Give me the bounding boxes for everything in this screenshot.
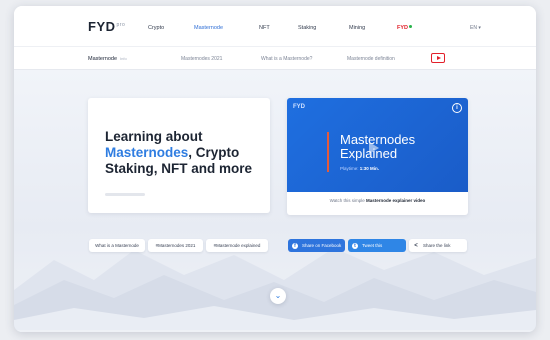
language-selector[interactable]: EN ▾	[470, 25, 481, 31]
page-frame: FYDpro Crypto Masternode NFT Staking Min…	[14, 6, 536, 332]
mountains-illustration	[14, 248, 536, 330]
info-icon[interactable]: i	[452, 103, 462, 113]
twitter-icon: t	[352, 242, 358, 249]
video-card: FYD i Masternodes Explained Playtime: 1:…	[287, 98, 468, 215]
tag-masternodes-2021[interactable]: #Masternodes 2021	[148, 239, 203, 252]
scroll-down-button[interactable]: ⌄	[270, 288, 286, 304]
video-player[interactable]: FYD i Masternodes Explained Playtime: 1:…	[287, 98, 468, 192]
play-icon[interactable]	[369, 142, 379, 154]
subnav-link-masternode-definition[interactable]: Masternode definition	[347, 56, 395, 62]
video-playtime: Playtime: 1:30 Min.	[340, 166, 380, 171]
tag-what-is-masternode[interactable]: What is a Masternode	[89, 239, 145, 252]
nav-item-fyd[interactable]: FYD	[397, 25, 412, 31]
nav-item-mining[interactable]: Mining	[349, 25, 365, 31]
tag-masternode-explained[interactable]: #Masternode explained	[206, 239, 268, 252]
nav-item-nft[interactable]: NFT	[259, 25, 270, 31]
top-navigation: FYDpro Crypto Masternode NFT Staking Min…	[14, 6, 536, 46]
status-dot	[409, 25, 412, 28]
hero-divider	[105, 193, 145, 196]
subnav-link-what-is-masternode[interactable]: What is a Masternode?	[261, 56, 312, 62]
subnav-link-masternodes-2021[interactable]: Masternodes 2021	[181, 56, 222, 62]
subnav-title: Masternode Info	[88, 56, 127, 62]
nav-item-staking[interactable]: Staking	[298, 25, 316, 31]
video-title: Masternodes Explained	[340, 132, 416, 161]
share-twitter-button[interactable]: t Tweet this	[348, 239, 406, 252]
nav-item-masternode[interactable]: Masternode	[194, 25, 223, 31]
video-accent-bar	[327, 132, 329, 172]
share-facebook-button[interactable]: f Share on Facebook	[288, 239, 345, 252]
facebook-icon: f	[292, 242, 298, 249]
hero-title: Learning about Masternodes, Crypto Staki…	[105, 129, 253, 176]
nav-item-crypto[interactable]: Crypto	[148, 25, 164, 31]
logo[interactable]: FYDpro	[88, 19, 125, 34]
share-link-button[interactable]: < Share the link	[409, 239, 467, 252]
video-logo: FYD	[293, 104, 305, 110]
chevron-down-icon: ⌄	[274, 291, 282, 300]
youtube-icon[interactable]	[431, 53, 445, 63]
hero-card: Learning about Masternodes, Crypto Staki…	[88, 98, 270, 213]
sub-navigation: Masternode Info Masternodes 2021 What is …	[14, 46, 536, 70]
video-caption: Watch this simple Masternode explainer v…	[329, 198, 426, 203]
share-icon: <	[414, 242, 418, 249]
